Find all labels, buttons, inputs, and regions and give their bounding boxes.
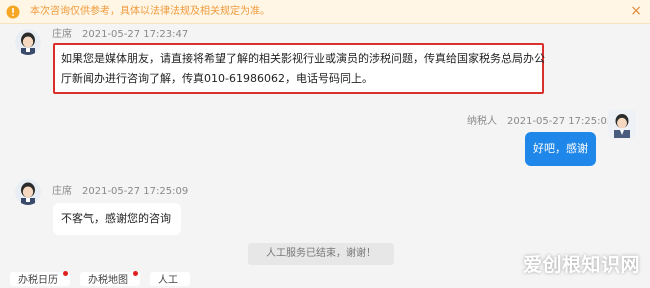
- message-meta: 庄席 2021-05-27 17:25:09: [52, 186, 188, 198]
- message-bubble: 不客气，感谢您的咨询: [53, 203, 181, 235]
- timestamp: 2021-05-27 17:25:09: [82, 186, 189, 197]
- agent-avatar: [15, 29, 41, 55]
- watermark-text: 爱创根知识网: [522, 253, 640, 276]
- close-icon[interactable]: ×: [630, 3, 642, 19]
- notification-dot: [63, 271, 68, 276]
- message-meta: 纳税人 2021-05-27 17:25:05: [467, 116, 613, 128]
- sender-name: 庄席: [52, 186, 72, 197]
- user-avatar: [608, 110, 636, 138]
- info-icon: [6, 5, 20, 19]
- quick-action-label: 办税日历: [18, 275, 58, 286]
- message-line: 如果您是媒体朋友，请直接将希望了解的相关影视行业或演员的涉税问题，传真给国家税务…: [61, 52, 545, 65]
- quick-action-human[interactable]: 人工: [150, 272, 190, 286]
- system-message: 人工服务已结束，谢谢！: [248, 243, 394, 265]
- quick-action-label: 人工: [158, 275, 178, 286]
- agent-avatar: [15, 179, 41, 205]
- notice-text: 本次咨询仅供参考，具体以法律法规及相关规定为准。: [30, 6, 270, 17]
- timestamp: 2021-05-27 17:23:47: [82, 29, 189, 40]
- sender-name: 纳税人: [467, 116, 497, 127]
- message-bubble: 好吧，感谢: [525, 132, 596, 166]
- watermark: 爱创根知识网: [523, 248, 640, 278]
- sender-name: 庄席: [52, 29, 72, 40]
- message-bubble: 如果您是媒体朋友，请直接将希望了解的相关影视行业或演员的涉税问题，传真给国家税务…: [53, 43, 545, 94]
- quick-action-label: 办税地图: [88, 275, 128, 286]
- timestamp: 2021-05-27 17:25:05: [507, 116, 614, 127]
- message-line: 厅新闻办进行咨询了解，传真010-61986062，电话号码同上。: [61, 72, 373, 85]
- notification-dot: [133, 271, 138, 276]
- quick-action-tax-map[interactable]: 办税地图: [80, 271, 140, 286]
- quick-action-tax-calendar[interactable]: 办税日历: [10, 271, 70, 286]
- notice-bar: 本次咨询仅供参考，具体以法律法规及相关规定为准。 ×: [0, 0, 650, 24]
- message-meta: 庄席 2021-05-27 17:23:47: [52, 29, 188, 41]
